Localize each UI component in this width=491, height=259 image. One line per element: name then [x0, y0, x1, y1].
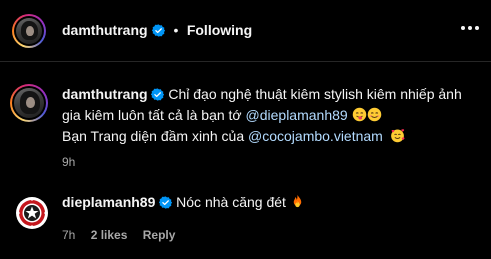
smiling-face-with-hearts-emoji — [390, 129, 405, 143]
caption-meta: 9h — [62, 155, 75, 169]
caption-username[interactable]: damthutrang — [62, 86, 148, 102]
more-options-icon[interactable] — [461, 26, 479, 32]
likes-count[interactable]: 2 likes — [91, 228, 128, 242]
reply-text: Nóc nhà căng đét — [176, 194, 290, 210]
reply-comment: dieplamanh89 Nóc nhà căng đét — [62, 192, 482, 213]
tongue-out-emoji — [352, 107, 366, 122]
caption-avatar[interactable] — [10, 84, 48, 122]
mention-link[interactable]: @cocojambo.vietnam — [248, 128, 383, 144]
verified-badge-icon — [152, 24, 166, 37]
fire-emoji — [293, 194, 302, 208]
reply-meta: 7h 2 likes Reply — [62, 228, 175, 242]
commenter-username[interactable]: dieplamanh89 — [62, 194, 155, 210]
caption-comment: damthutrang Chỉ đạo nghệ thuật kiêm styl… — [62, 84, 482, 147]
smiling-face-emoji — [367, 107, 381, 122]
commenter-avatar[interactable] — [16, 197, 48, 229]
separator-dot: • — [173, 22, 179, 38]
reply-timestamp[interactable]: 7h — [62, 228, 75, 242]
author-username[interactable]: damthutrang — [62, 22, 148, 38]
post-header: damthutrang • Following — [0, 0, 491, 62]
reply-button[interactable]: Reply — [143, 228, 176, 242]
following-button[interactable]: Following — [187, 22, 252, 38]
verified-badge-icon — [159, 196, 173, 209]
caption-text-part2: Bạn Trang diện đầm xinh của — [62, 128, 249, 144]
club-crest-icon — [17, 198, 47, 228]
verified-badge-icon — [151, 88, 165, 101]
mention-link[interactable]: @dieplamanh89 — [246, 107, 348, 123]
caption-timestamp[interactable]: 9h — [62, 155, 75, 169]
author-avatar[interactable] — [12, 14, 46, 48]
